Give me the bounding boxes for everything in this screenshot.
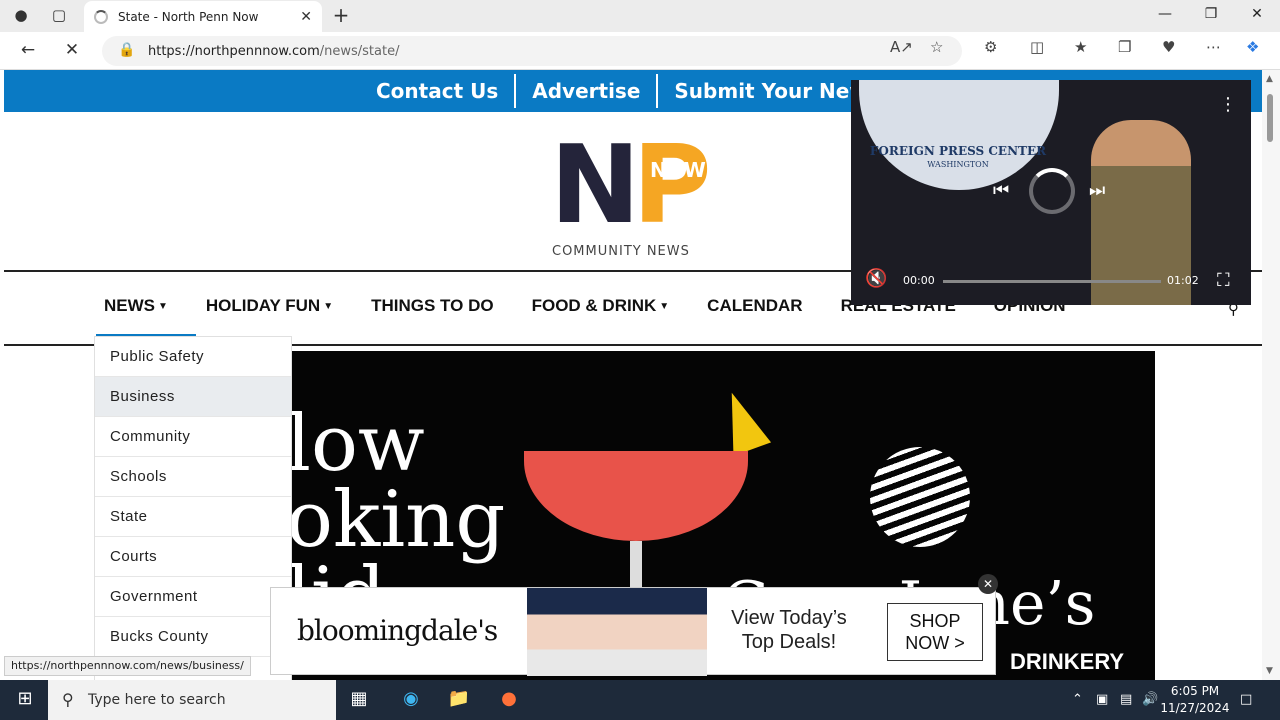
nav-calendar[interactable]: CALENDAR	[707, 296, 802, 316]
hero-text-line2: oking	[292, 475, 506, 565]
url-host: https://northpennnow.com	[148, 43, 320, 59]
hero-drinkery: DRINKERY	[1010, 649, 1125, 674]
site-logo[interactable]: NP NOW COMMUNITY NEWS	[550, 132, 720, 262]
sun-logo-image	[870, 447, 970, 547]
lock-icon[interactable]: 🔒	[118, 42, 135, 58]
new-tab-button[interactable]: +	[330, 3, 352, 27]
taskbar-clock[interactable]: 6:05 PM 11/27/2024	[1160, 683, 1230, 717]
seal-title: FOREIGN PRESS CENTER	[869, 144, 1047, 158]
previous-icon[interactable]: ⏮	[993, 180, 1009, 201]
muted-icon[interactable]: 🔇	[865, 268, 887, 289]
ad-close-icon[interactable]: ✕	[978, 574, 998, 594]
scroll-up-icon[interactable]: ▲	[1266, 74, 1273, 84]
clock-time: 6:05 PM	[1170, 684, 1220, 698]
address-toolbar: ← ✕ 🔒 https://northpennnow.com/news/stat…	[0, 32, 1280, 70]
nav-food-drink[interactable]: FOOD & DRINK ▼	[532, 296, 670, 316]
windows-taskbar: ⊞ ⚲ Type here to search ▦ ◉ 📁 ● ⌃ ▣ ▤ 🔊 …	[0, 680, 1280, 720]
floating-video-player[interactable]: FOREIGN PRESS CENTER WASHINGTON ⋮ ⏮ ⏭ 🔇 …	[851, 80, 1251, 305]
page-scrollbar[interactable]: ▲ ▼	[1262, 70, 1280, 680]
search-icon: ⚲	[62, 690, 74, 709]
seal-subtitle: WASHINGTON	[927, 160, 989, 169]
dropdown-item-government[interactable]: Government	[95, 577, 291, 617]
dropdown-item-schools[interactable]: Schools	[95, 457, 291, 497]
address-bar[interactable]: 🔒 https://northpennnow.com/news/state/	[102, 36, 962, 66]
task-view-icon[interactable]: ▦	[344, 688, 374, 709]
contact-us-link[interactable]: Contact Us	[360, 74, 517, 108]
tray-chevron-icon[interactable]: ⌃	[1072, 692, 1083, 707]
file-explorer-icon[interactable]: 📁	[444, 688, 474, 709]
dropdown-item-courts[interactable]: Courts	[95, 537, 291, 577]
scroll-down-icon[interactable]: ▼	[1266, 666, 1273, 676]
chevron-down-icon: ▼	[158, 301, 168, 312]
loading-icon	[94, 9, 108, 24]
network-icon[interactable]: ▤	[1120, 692, 1132, 707]
video-loading-icon	[1029, 168, 1075, 214]
tab-bar: ● ▢ State - North Penn Now ✕ + — ❐ ✕	[0, 0, 1280, 32]
press-center-seal	[859, 80, 1059, 190]
dropdown-item-business[interactable]: Business	[95, 377, 291, 417]
video-more-icon[interactable]: ⋮	[1219, 94, 1237, 115]
edge-icon[interactable]: ◉	[396, 688, 426, 709]
read-aloud-icon[interactable]: A↗	[890, 38, 913, 56]
profile-icon[interactable]: ●	[10, 6, 32, 24]
scroll-thumb[interactable]	[1267, 94, 1273, 142]
chevron-down-icon: ▼	[323, 301, 334, 312]
favorite-star-icon[interactable]: ☆	[930, 38, 943, 56]
clock-date: 11/27/2024	[1160, 701, 1230, 715]
nav-things-to-do[interactable]: THINGS TO DO	[371, 296, 493, 316]
ad-model-image	[527, 588, 707, 676]
extensions-icon[interactable]: ⚙	[984, 38, 997, 56]
volume-icon[interactable]: 🔊	[1142, 692, 1158, 707]
fullscreen-icon[interactable]: ⛶	[1217, 270, 1230, 291]
shop-now-button[interactable]: SHOP NOW >	[887, 603, 983, 661]
bloomingdales-ad[interactable]: bloomingdale's View Today’s Top Deals! S…	[270, 587, 996, 676]
status-bar-url: https://northpennnow.com/news/business/	[4, 656, 251, 676]
video-current-time: 00:00	[903, 274, 935, 287]
taskbar-search-placeholder: Type here to search	[88, 692, 226, 708]
dropdown-item-bucks-county[interactable]: Bucks County	[95, 617, 291, 657]
minimize-icon[interactable]: —	[1150, 6, 1180, 22]
ad-brand: bloomingdale's	[297, 614, 498, 647]
hero-text-line1: low	[292, 399, 425, 489]
browser-essentials-icon[interactable]: ♥	[1162, 38, 1175, 56]
taskbar-search[interactable]: ⚲ Type here to search	[48, 680, 336, 720]
stop-loading-icon[interactable]: ✕	[60, 40, 84, 60]
garnish-image	[712, 385, 772, 457]
ad-deal-text: View Today’s Top Deals!	[731, 607, 847, 653]
video-total-time: 01:02	[1167, 274, 1199, 287]
video-progress-bar[interactable]	[943, 280, 1161, 283]
cocktail-glass-image	[524, 451, 748, 541]
dropdown-item-state[interactable]: State	[95, 497, 291, 537]
nav-news[interactable]: NEWS ▼	[104, 296, 168, 316]
news-dropdown-menu: Public Safety Business Community Schools…	[94, 336, 292, 680]
tab-actions-icon[interactable]: ▢	[48, 6, 70, 24]
logo-n: N	[550, 123, 640, 248]
notifications-icon[interactable]: □	[1240, 692, 1252, 707]
firefox-icon[interactable]: ●	[494, 688, 524, 709]
nav-holiday-fun[interactable]: HOLIDAY FUN ▼	[206, 296, 333, 316]
next-icon[interactable]: ⏭	[1089, 180, 1105, 201]
collections-icon[interactable]: ❐	[1118, 38, 1131, 56]
split-screen-icon[interactable]: ◫	[1030, 38, 1044, 56]
window-close-icon[interactable]: ✕	[1242, 6, 1272, 22]
settings-more-icon[interactable]: ⋯	[1206, 38, 1221, 56]
restore-icon[interactable]: ❐	[1196, 6, 1226, 22]
logo-now: NOW	[650, 158, 706, 182]
tab-close-icon[interactable]: ✕	[300, 9, 312, 25]
dropdown-item-public-safety[interactable]: Public Safety	[95, 337, 291, 377]
tray-device-icon[interactable]: ▣	[1096, 692, 1108, 707]
dropdown-item-community[interactable]: Community	[95, 417, 291, 457]
logo-p: P	[632, 123, 711, 248]
tab-active[interactable]: State - North Penn Now ✕	[84, 1, 322, 32]
back-icon[interactable]: ←	[16, 40, 40, 60]
copilot-icon[interactable]: ❖	[1246, 38, 1259, 56]
advertise-link[interactable]: Advertise	[516, 74, 659, 108]
tab-title: State - North Penn Now	[118, 9, 259, 24]
url-path: /news/state/	[319, 43, 400, 59]
chevron-down-icon: ▼	[659, 301, 670, 312]
logo-tagline: COMMUNITY NEWS	[552, 244, 690, 259]
favorites-icon[interactable]: ★	[1074, 38, 1087, 56]
windows-start-icon[interactable]: ⊞	[10, 688, 40, 709]
